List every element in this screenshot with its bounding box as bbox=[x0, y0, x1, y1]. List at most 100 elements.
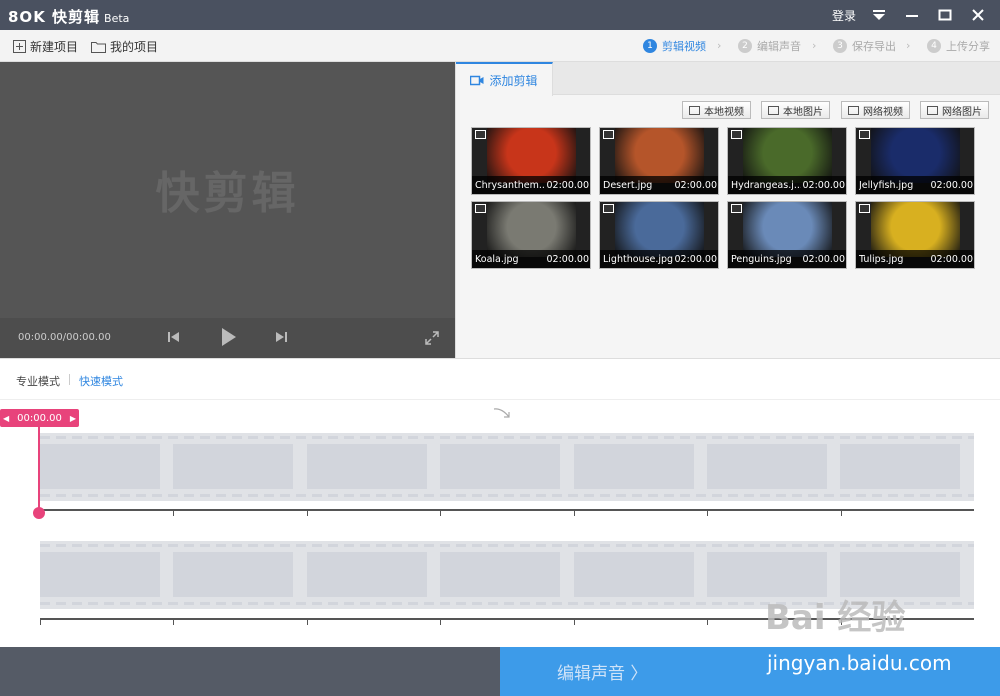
media-thumbnail[interactable]: Desert.jpg 02:00.00 bbox=[599, 127, 719, 195]
clip-frame bbox=[707, 444, 827, 489]
thumbnail-image bbox=[487, 128, 576, 183]
image-type-icon bbox=[731, 130, 742, 139]
step-edit-video[interactable]: 1 剪辑视频 bbox=[643, 38, 706, 54]
mode-divider bbox=[69, 374, 70, 385]
thumbnail-duration: 02:00.00 bbox=[802, 179, 846, 191]
my-projects-button[interactable]: 我的项目 bbox=[91, 38, 158, 55]
online-image-button[interactable]: 网络图片 bbox=[920, 101, 989, 119]
local-video-button[interactable]: 本地视频 bbox=[682, 101, 751, 119]
close-icon[interactable] bbox=[968, 5, 988, 25]
thumbnail-image bbox=[743, 202, 832, 257]
previous-icon[interactable] bbox=[167, 328, 181, 349]
media-thumbnail[interactable]: Hydrangeas.j... 02:00.00 bbox=[727, 127, 847, 195]
step-save-export[interactable]: 3 保存导出 bbox=[833, 38, 896, 54]
media-thumbnail[interactable]: Lighthouse.jpg 02:00.00 bbox=[599, 201, 719, 269]
image-type-icon bbox=[603, 130, 614, 139]
clip-frame bbox=[574, 444, 694, 489]
thumbnail-duration: 02:00.00 bbox=[546, 179, 590, 191]
toolbar: 新建项目 我的项目 1 剪辑视频 › 2 编辑声音 › 3 保存导出 › 4 上传分享 bbox=[0, 30, 1000, 62]
thumbnail-duration: 02:00.00 bbox=[802, 253, 846, 265]
media-thumbnail[interactable]: Jellyfish.jpg 02:00.00 bbox=[855, 127, 975, 195]
playhead-line[interactable] bbox=[38, 427, 40, 513]
my-projects-label: 我的项目 bbox=[110, 40, 159, 54]
thumbnail-name: Desert.jpg bbox=[603, 179, 653, 191]
image-type-icon bbox=[475, 130, 486, 139]
maximize-icon[interactable] bbox=[935, 5, 955, 25]
playhead-handle[interactable] bbox=[33, 507, 45, 519]
thumbnail-duration: 02:00.00 bbox=[674, 179, 718, 191]
clip-frame bbox=[173, 444, 293, 489]
watermark-url: jingyan.baidu.com bbox=[767, 651, 952, 675]
title-bar: 8OK 快剪辑 Beta 登录 bbox=[0, 0, 1000, 30]
baidu-watermark: Bai 经验 bbox=[765, 598, 906, 638]
image-type-icon bbox=[859, 130, 870, 139]
local-image-button[interactable]: 本地图片 bbox=[761, 101, 830, 119]
thumbnail-duration: 02:00.00 bbox=[674, 253, 718, 265]
image-icon bbox=[768, 105, 779, 115]
media-thumbnail[interactable]: Koala.jpg 02:00.00 bbox=[471, 201, 591, 269]
thumbnail-name: Koala.jpg bbox=[475, 253, 519, 265]
caret-left-icon: ◀ bbox=[2, 413, 10, 423]
preview-watermark: 快剪辑 bbox=[155, 168, 300, 219]
clip-frame bbox=[840, 444, 960, 489]
minimize-icon[interactable] bbox=[902, 5, 922, 25]
timeline-ruler bbox=[40, 509, 974, 511]
image-type-icon bbox=[603, 204, 614, 213]
clip-frame bbox=[307, 444, 427, 489]
video-icon bbox=[848, 105, 859, 115]
new-project-label: 新建项目 bbox=[30, 40, 79, 54]
playback-controls: 00:00.00/00:00.00 bbox=[0, 318, 455, 358]
video-camera-icon bbox=[470, 75, 484, 85]
pro-mode-tab[interactable]: 专业模式 bbox=[16, 373, 60, 389]
clip-frame bbox=[440, 552, 560, 597]
beta-label: Beta bbox=[104, 12, 130, 25]
next-icon[interactable] bbox=[274, 328, 288, 349]
mode-bar: 专业模式 快速模式 bbox=[0, 358, 1000, 400]
new-project-button[interactable]: 新建项目 bbox=[13, 38, 78, 55]
thumbnail-image bbox=[487, 202, 576, 257]
video-track[interactable] bbox=[40, 433, 974, 501]
app-logo: 8OK 快剪辑 Beta bbox=[8, 8, 130, 26]
thumbnail-name: Jellyfish.jpg bbox=[859, 179, 914, 191]
media-panel: 添加剪辑 本地视频 本地图片 网络视频 网络图片 Chrysanthem... 0… bbox=[455, 62, 1000, 358]
thumbnail-image bbox=[615, 128, 704, 183]
thumbnail-duration: 02:00.00 bbox=[930, 253, 974, 265]
clip-frame bbox=[307, 552, 427, 597]
plus-icon bbox=[13, 40, 26, 53]
media-thumbnail[interactable]: Chrysanthem... 02:00.00 bbox=[471, 127, 591, 195]
chevron-right-icon: › bbox=[812, 39, 817, 52]
fullscreen-icon[interactable] bbox=[424, 330, 440, 349]
clip-frame bbox=[40, 444, 160, 489]
folder-icon bbox=[91, 41, 106, 53]
chevron-right-icon: › bbox=[906, 39, 911, 52]
image-type-icon bbox=[859, 204, 870, 213]
video-preview: 快剪辑 bbox=[0, 62, 455, 318]
thumbnail-name: Penguins.jpg bbox=[731, 253, 792, 265]
thumbnail-name: Chrysanthem... bbox=[475, 179, 545, 191]
panel-tabs: 添加剪辑 bbox=[456, 62, 1000, 96]
chevron-right-icon: › bbox=[717, 39, 722, 52]
media-thumbnail[interactable]: Penguins.jpg 02:00.00 bbox=[727, 201, 847, 269]
clip-frame bbox=[440, 444, 560, 489]
playhead-timecode[interactable]: ◀ 00:00.00 ▶ bbox=[0, 409, 79, 427]
online-video-button[interactable]: 网络视频 bbox=[841, 101, 910, 119]
clip-frame bbox=[40, 552, 160, 597]
thumbnail-name: Hydrangeas.j... bbox=[731, 179, 801, 191]
video-icon bbox=[689, 105, 700, 115]
image-type-icon bbox=[731, 204, 742, 213]
thumbnail-name: Tulips.jpg bbox=[859, 253, 904, 265]
thumbnail-image bbox=[871, 128, 960, 183]
media-thumbnail[interactable]: Tulips.jpg 02:00.00 bbox=[855, 201, 975, 269]
login-link[interactable]: 登录 bbox=[832, 7, 856, 24]
timecode: 00:00.00/00:00.00 bbox=[18, 332, 111, 343]
dropdown-menu-icon[interactable] bbox=[869, 5, 889, 25]
step-upload-share[interactable]: 4 上传分享 bbox=[927, 38, 990, 54]
caret-right-icon: ▶ bbox=[69, 413, 77, 423]
thumbnail-duration: 02:00.00 bbox=[546, 253, 590, 265]
step-edit-audio[interactable]: 2 编辑声音 bbox=[738, 38, 801, 54]
tab-add-clip[interactable]: 添加剪辑 bbox=[456, 62, 553, 96]
quick-mode-tab[interactable]: 快速模式 bbox=[79, 373, 123, 389]
thumbnail-image bbox=[871, 202, 960, 257]
curved-arrow-icon bbox=[493, 408, 510, 418]
play-icon[interactable] bbox=[221, 327, 237, 350]
